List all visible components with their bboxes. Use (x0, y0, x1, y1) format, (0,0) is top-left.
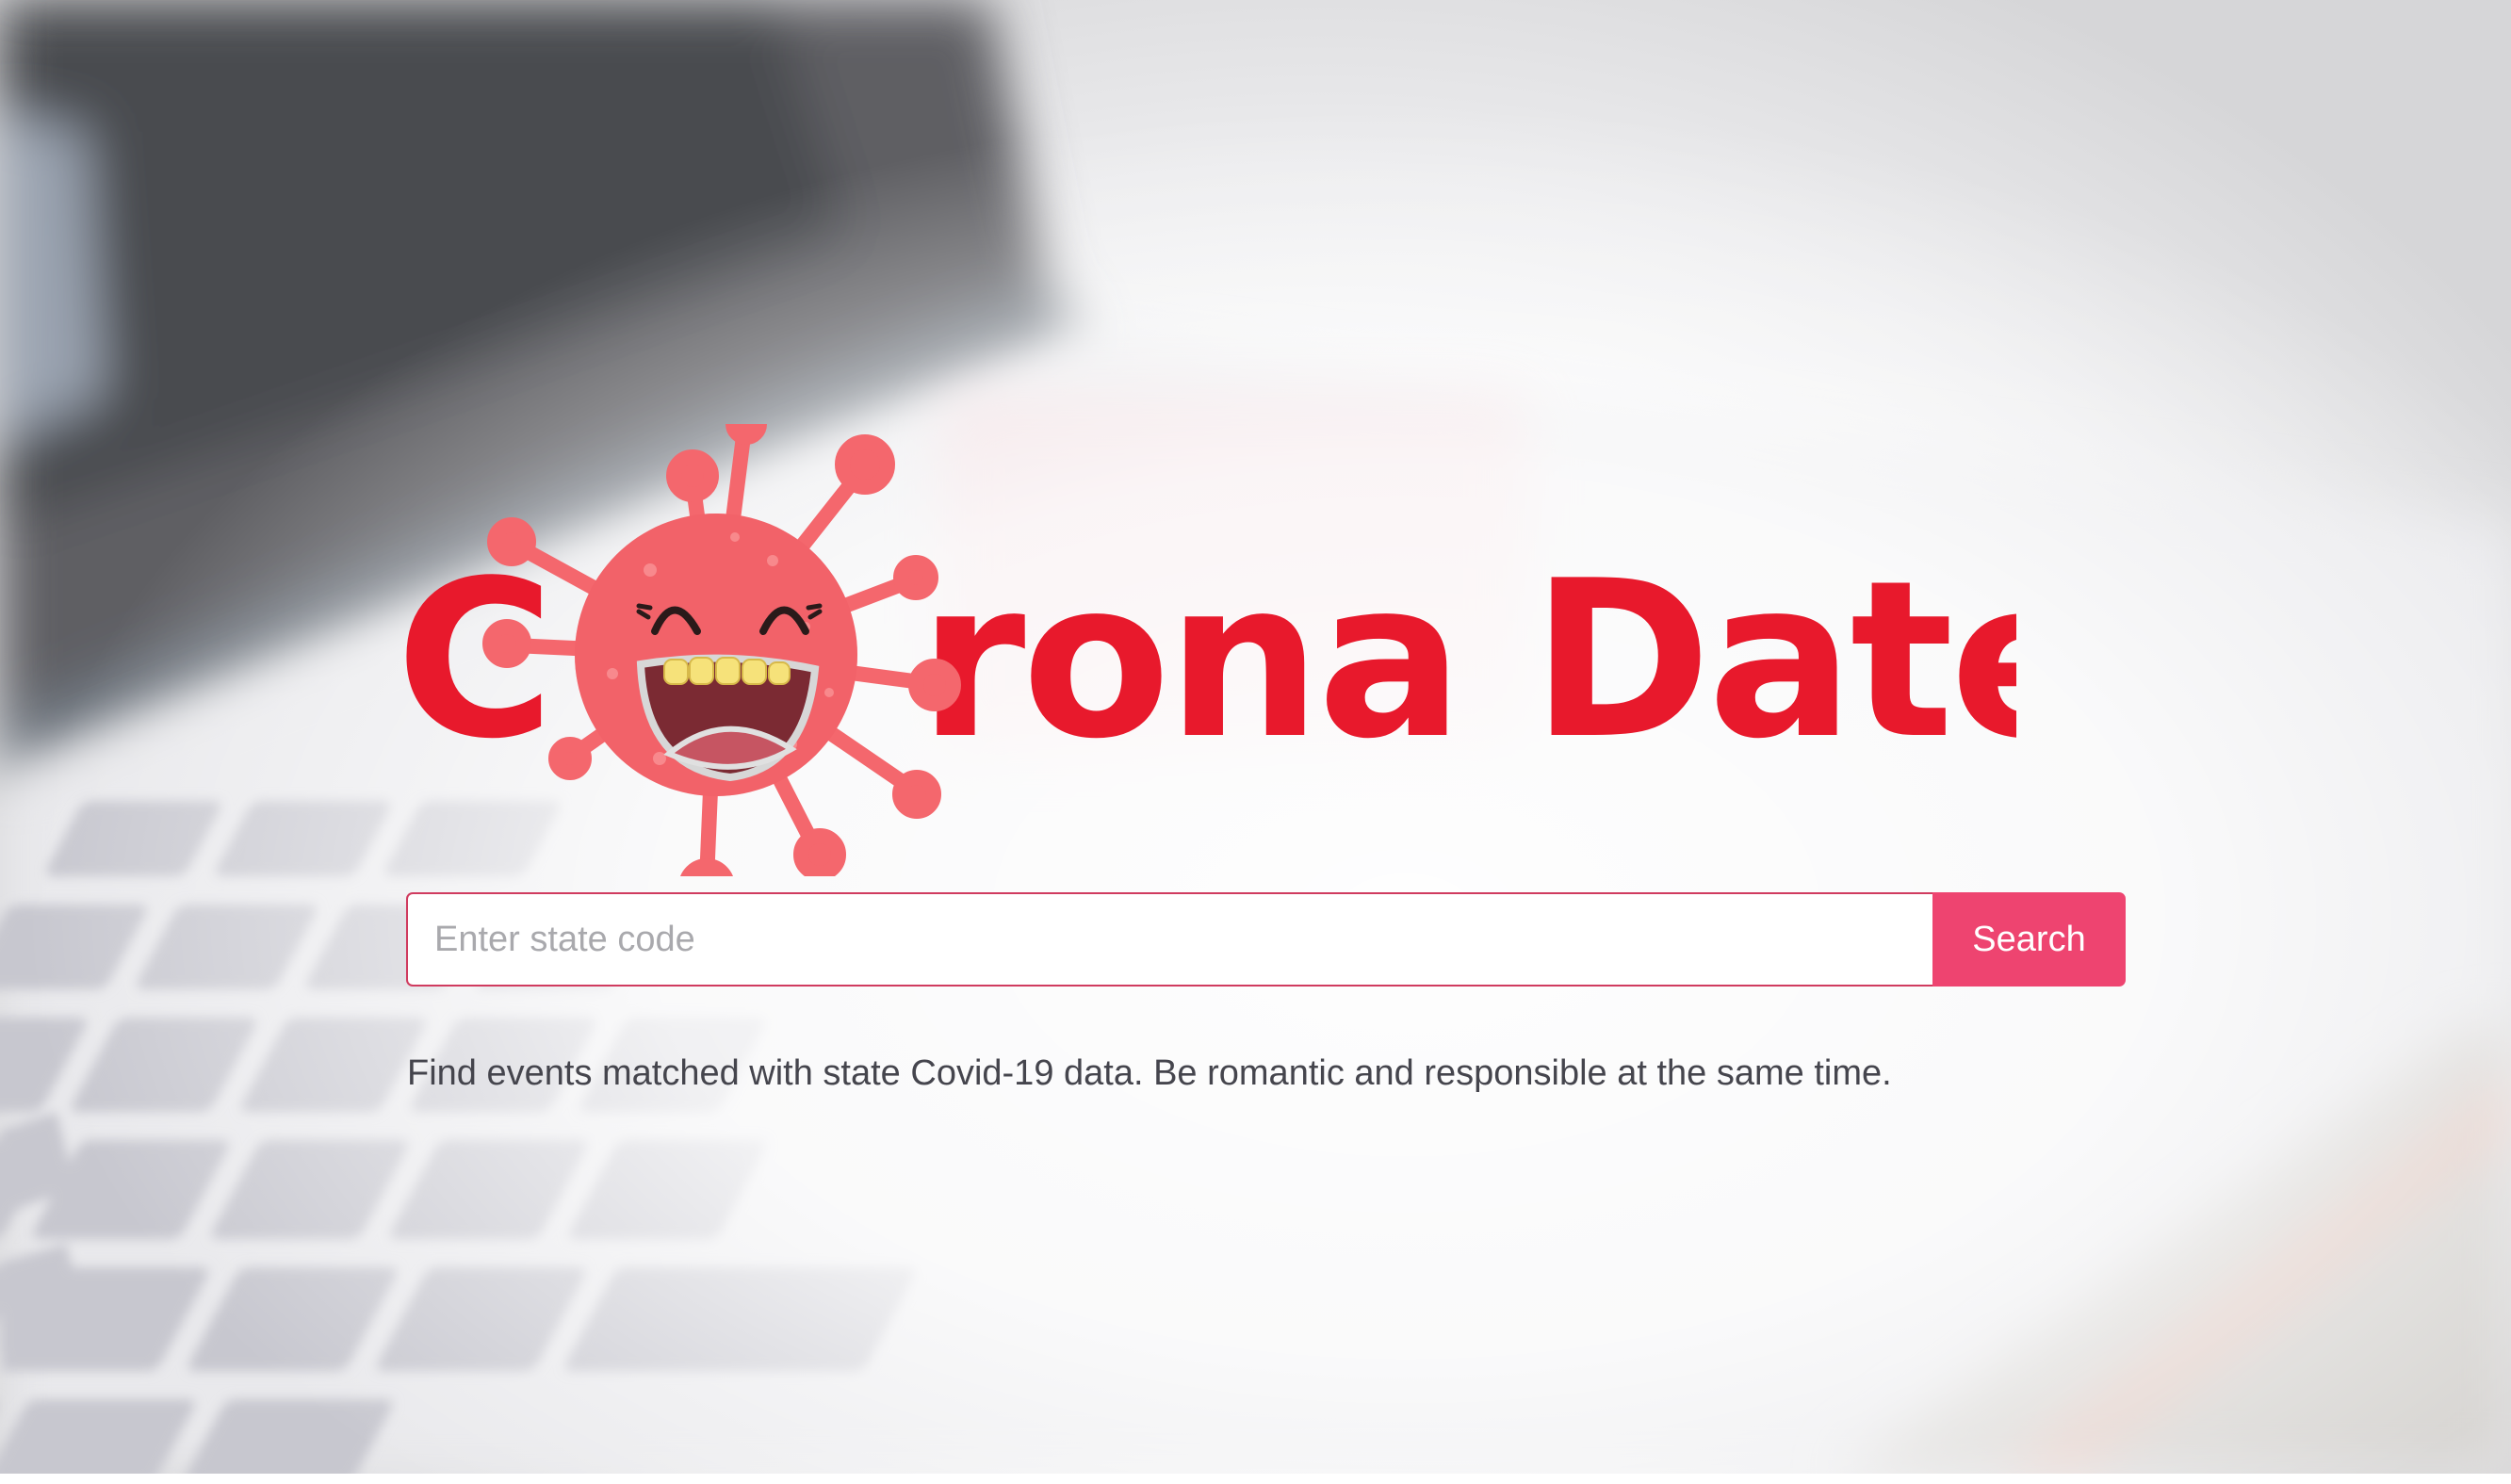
search-button[interactable]: Search (1932, 892, 2126, 987)
corona-date-logo: C rona Date (396, 424, 2016, 876)
page-bottom-strip (0, 1474, 2511, 1484)
logo-text-rest: rona Date (919, 535, 2016, 787)
smiling-virus-mascot-icon (482, 424, 961, 876)
state-code-input[interactable] (406, 892, 1932, 987)
state-search-form: Search (406, 892, 2126, 987)
logo-text-c: C (396, 535, 555, 787)
tagline: Find events matched with state Covid-19 … (407, 1053, 1892, 1093)
